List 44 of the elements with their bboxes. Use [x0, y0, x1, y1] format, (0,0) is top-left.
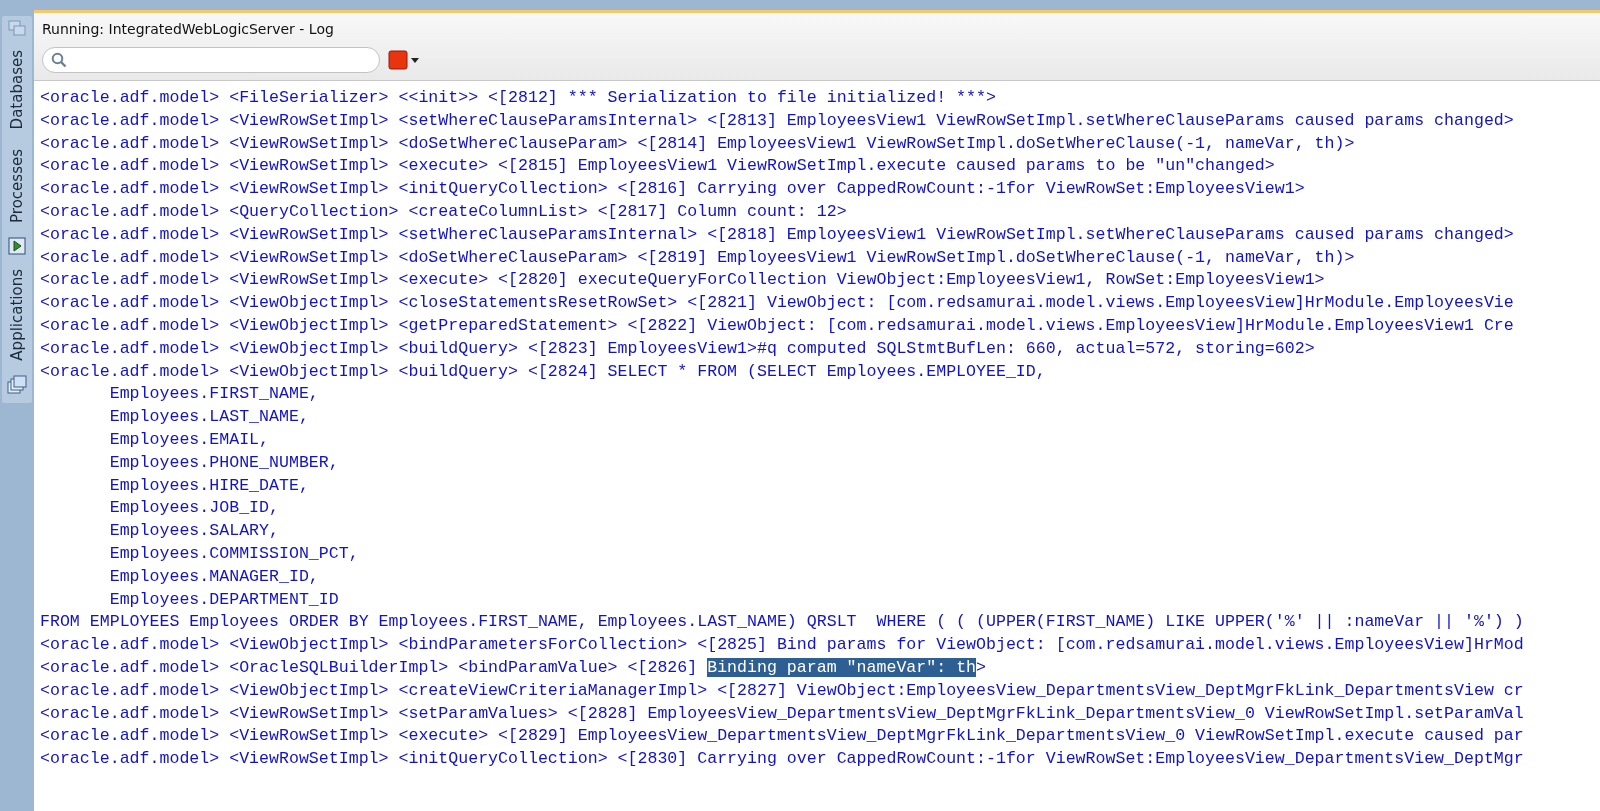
log-line: Employees.SALARY, — [108, 520, 280, 543]
log-line: <oracle.adf.model> <ViewObjectImpl> <bindParametersForCollection> <[2825] Bind params for ViewObject: [com.redsamurai.model.views.EmployeesView]HrMod — [40, 634, 1525, 657]
log-line: Employees.PHONE_NUMBER, — [108, 451, 340, 474]
log-line: <oracle.adf.model> <ViewRowSetImpl> <setWhereClauseParamsInternal> <[2813] EmployeesView1 ViewRowSetImpl.setWhereClauseParams caused params changed> — [40, 109, 1515, 132]
log-line: <oracle.adf.model> <ViewRowSetImpl> <execute> <[2815] EmployeesView1 ViewRowSetImpl.execute caused params to be "un"changed> — [40, 155, 1276, 178]
log-line: <oracle.adf.model> <ViewRowSetImpl> <doSetWhereClauseParam> <[2814] EmployeesView1 ViewRowSetImpl.doSetWhereClause(-1, nameVar, th)> — [40, 132, 1356, 155]
sidebar-tab[interactable]: Processes — [8, 143, 26, 230]
caret-icon — [411, 57, 419, 63]
log-line: <oracle.adf.model> <ViewRowSetImpl> <execute> <[2829] EmployeesView_DepartmentsView_DeptMgrFkLink_DepartmentsView_0 ViewRowSetImpl.execute caused par — [40, 725, 1525, 748]
stacked-windows-icon — [7, 375, 27, 395]
log-line: Employees.EMAIL, — [108, 428, 271, 451]
log-line: <oracle.adf.model> <FileSerializer> <<init>> <[2812] *** Serialization to file initialized! ***> — [40, 87, 997, 109]
log-line: <oracle.adf.model> <ViewRowSetImpl> <initQueryCollection> <[2816] Carrying over CappedRowCount:-1for ViewRowSet:EmployeesView1> — [40, 178, 1306, 201]
log-line: Employees.JOB_ID, — [108, 497, 280, 520]
log-line: Employees.LAST_NAME, — [108, 406, 310, 429]
log-line: FROM EMPLOYEES Employees ORDER BY Employees.FIRST_NAME, Employees.LAST_NAME) QRSLT WHERE ( ( (UPPER(FIRST_NAME) LIKE UPPER('%' || :nameVar || '%') ) — [40, 611, 1525, 634]
sidebar-tab[interactable]: Databases — [8, 44, 26, 136]
play-icon — [8, 237, 26, 256]
window-title: Running: IntegratedWebLogicServer - Log — [42, 21, 335, 37]
log-line: <oracle.adf.model> <ViewRowSetImpl> <execute> <[2820] executeQueryForCollection ViewObject:EmployeesView1, RowSet:EmployeesView1> — [40, 269, 1326, 292]
log-line: Employees.MANAGER_ID, — [108, 565, 320, 588]
log-line: <oracle.adf.model> <ViewRowSetImpl> <setWhereClauseParamsInternal> <[2818] EmployeesView1 ViewRowSetImpl.setWhereClauseParams caused params changed> — [40, 223, 1515, 246]
log-line: Employees.HIRE_DATE, — [108, 474, 310, 497]
log-line: <oracle.adf.model> <QueryCollection> <createColumnList> <[2817] Column count: 12> — [40, 201, 848, 223]
log-line: <oracle.adf.model> <ViewObjectImpl> <createViewCriteriaManagerImpl> <[2827] ViewObject:EmployeesView_DepartmentsView_DeptMgrFkLink_DepartmentsView cr — [40, 679, 1525, 702]
log-text: <oracle.adf.model> <OracleSQLBuilderImpl> <bindParamValue> <[2826] — [40, 657, 699, 677]
log-line: <oracle.adf.model> <ViewObjectImpl> <buildQuery> <[2824] SELECT * FROM (SELECT Employees.EMPLOYEE_ID, — [40, 360, 1047, 383]
log-line: <oracle.adf.model> <ViewRowSetImpl> <setParamValues> <[2828] EmployeesView_DepartmentsView_DeptMgrFkLink_DepartmentsView_0 ViewRowSetImpl.setParamVal — [40, 702, 1525, 725]
log-line: <oracle.adf.model> <ViewRowSetImpl> <initQueryCollection> <[2830] Carrying over CappedRowCount:-1for ViewRowSet:EmployeesView_DepartmentsView_DeptMgr — [40, 748, 1525, 771]
stop-button[interactable] — [386, 48, 421, 72]
sidebar-tab[interactable]: Applications — [8, 263, 26, 367]
log-line: <oracle.adf.model> <ViewObjectImpl> <getPreparedStatement> <[2822] ViewObject: [com.redsamurai.model.views.EmployeesView]HrModule.EmployeesView1 Cre — [40, 314, 1515, 337]
log-line: Employees.DEPARTMENT_ID — [108, 588, 340, 611]
selected-log-text: Binding param "nameVar": th — [707, 657, 977, 677]
log-line: <oracle.adf.model> <ViewObjectImpl> <buildQuery> <[2823] EmployeesView1>#q computed SQLStmtBufLen: 660, actual=572, storing=602> — [40, 337, 1316, 360]
search-field[interactable] — [42, 47, 380, 73]
log-line: <oracle.adf.model> <ViewObjectImpl> <closeStatementsResetRowSet> <[2821] ViewObject: [com.redsamurai.model.views.EmployeesView]HrModule.EmployeesVie — [40, 292, 1515, 315]
log-line: Employees.FIRST_NAME, — [108, 383, 320, 406]
stop-icon — [388, 50, 408, 70]
search-icon — [51, 52, 67, 68]
log-text: > — [976, 657, 987, 677]
windows-icon[interactable] — [8, 20, 26, 36]
log-line: Employees.COMMISSION_PCT, — [108, 542, 360, 565]
log-line: <oracle.adf.model> <ViewRowSetImpl> <doSetWhereClauseParam> <[2819] EmployeesView1 ViewRowSetImpl.doSetWhereClause(-1, nameVar, th)> — [40, 246, 1356, 269]
